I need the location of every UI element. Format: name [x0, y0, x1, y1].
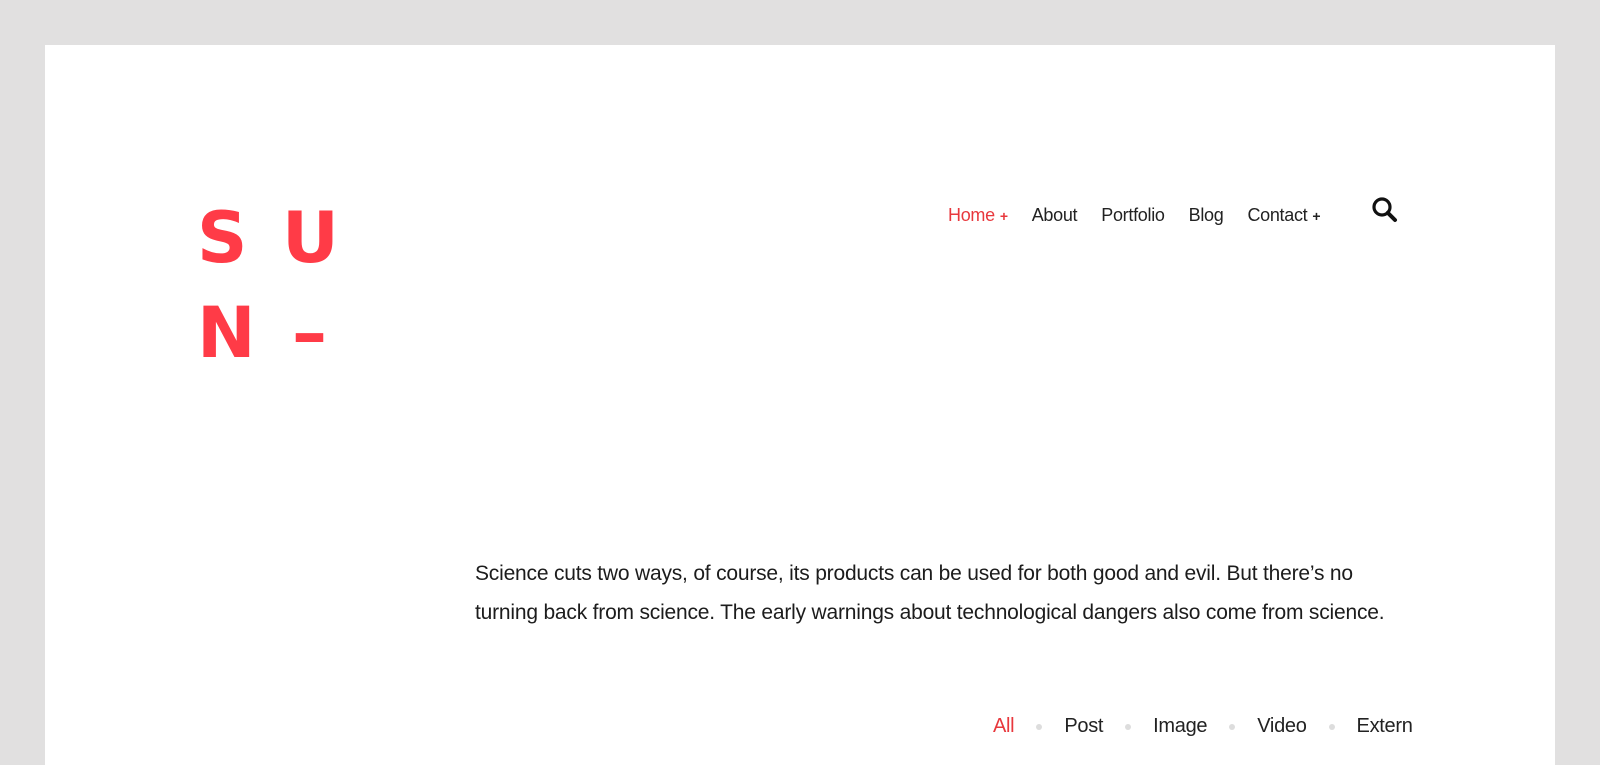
- nav-item-blog-label: Blog: [1188, 204, 1224, 225]
- nav-item-blog[interactable]: Blog: [1189, 205, 1224, 226]
- site-logo[interactable]: S U N –: [197, 198, 347, 378]
- nav-item-about[interactable]: About: [1032, 205, 1078, 226]
- page-card: S U N – Home + About Portfolio Blog Cont…: [45, 45, 1555, 765]
- intro-text: Science cuts two ways, of course, its pr…: [475, 562, 1385, 624]
- nav-item-contact[interactable]: Contact +: [1247, 205, 1320, 226]
- logo-letter-u: U: [282, 197, 339, 279]
- filter-separator: [1229, 723, 1236, 730]
- nav-item-portfolio[interactable]: Portfolio: [1101, 204, 1165, 226]
- logo-dash: –: [292, 292, 327, 374]
- nav-item-home[interactable]: Home +: [948, 205, 1008, 226]
- nav-item-portfolio-label: Portfolio: [1101, 204, 1165, 225]
- search-icon[interactable]: [1370, 195, 1400, 225]
- main-nav: Home + About Portfolio Blog Contact +: [948, 201, 1344, 229]
- nav-item-contact-label: Contact: [1247, 204, 1308, 225]
- logo-letter-n: N: [197, 292, 256, 374]
- filter-separator: [1125, 723, 1132, 730]
- filter-post[interactable]: Post: [1064, 715, 1103, 738]
- filter-separator: [1036, 723, 1043, 730]
- filter-image[interactable]: Image: [1153, 715, 1207, 738]
- nav-item-about-label: About: [1031, 204, 1078, 225]
- filter-extern[interactable]: Extern: [1357, 715, 1413, 738]
- filter-separator: [1328, 723, 1335, 730]
- nav-home-expand-icon[interactable]: +: [1000, 208, 1008, 224]
- filter-all[interactable]: All: [993, 715, 1015, 738]
- portfolio-filters: All Post Image Video Extern: [993, 715, 1413, 738]
- nav-item-home-label: Home: [948, 204, 995, 225]
- filter-video[interactable]: Video: [1257, 715, 1307, 738]
- logo-letter-s: S: [197, 197, 248, 279]
- nav-contact-expand-icon[interactable]: +: [1312, 208, 1320, 224]
